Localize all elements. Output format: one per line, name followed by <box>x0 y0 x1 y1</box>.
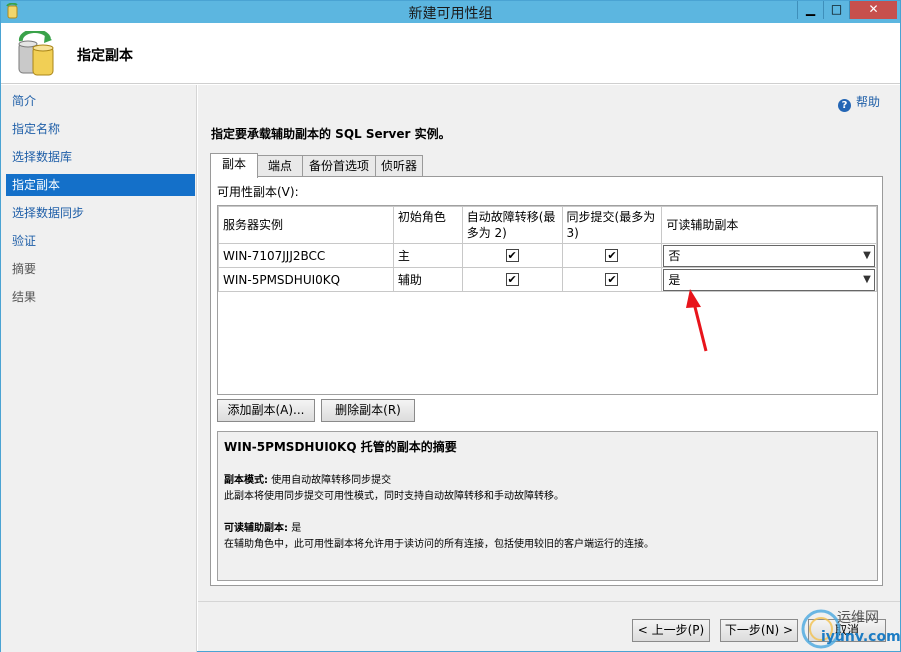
watermark-line1: 运维网 <box>837 610 879 626</box>
annotation-arrow-icon <box>686 289 708 352</box>
cell-auto-failover: ✔ <box>461 243 563 268</box>
previous-button[interactable]: < 上一步(P) <box>632 619 710 642</box>
wizard-window: 新建可用性组 ▁ □ ✕ 指定副本 简介 指定名称 选择数据库 指定副本 选择数… <box>0 0 901 652</box>
cell-sync-commit: ✔ <box>561 267 663 292</box>
main-panel: ? 帮助 指定要承载辅助副本的 SQL Server 实例。 副本 端点 备份首选… <box>198 85 900 601</box>
auto-failover-checkbox[interactable]: ✔ <box>505 273 519 286</box>
page-title: 指定副本 <box>77 48 133 64</box>
column-header-auto-failover[interactable]: 自动故障转移(最多为 2) <box>461 206 563 244</box>
summary-title: WIN-5PMSDHUI0KQ 托管的副本的摘要 <box>224 440 457 454</box>
cell-server: WIN-7107JJJ2BCC <box>218 243 394 268</box>
tab-replicas[interactable]: 副本 <box>210 153 258 178</box>
auto-failover-checkbox[interactable]: ✔ <box>505 249 519 262</box>
column-header-role[interactable]: 初始角色 <box>392 206 463 244</box>
column-header-sync-commit[interactable]: 同步提交(最多为 3) <box>561 206 663 244</box>
sidebar-item-specify-name[interactable]: 指定名称 <box>6 118 195 140</box>
sidebar-item-results: 结果 <box>12 290 37 304</box>
summary-mode-value: 使用自动故障转移同步提交 <box>271 475 392 486</box>
cell-role: 主 <box>392 243 463 268</box>
sidebar-item-select-databases[interactable]: 选择数据库 <box>6 146 195 168</box>
replica-summary: WIN-5PMSDHUI0KQ 托管的副本的摘要 副本模式: 使用自动故障转移同… <box>217 431 878 581</box>
help-icon: ? <box>838 99 851 112</box>
sidebar-item-specify-replicas[interactable]: 指定副本 <box>6 174 195 196</box>
column-header-server[interactable]: 服务器实例 <box>218 206 394 244</box>
remove-replica-button[interactable]: 删除副本(R) <box>321 399 415 422</box>
summary-mode: 副本模式: 使用自动故障转移同步提交 <box>224 473 871 489</box>
database-cluster-icon <box>18 31 54 76</box>
readable-secondary-value: 否 <box>668 248 681 263</box>
summary-mode-description: 此副本将使用同步提交可用性模式，同时支持自动故障转移和手动故障转移。 <box>224 491 564 502</box>
sidebar-item-summary: 摘要 <box>12 262 37 276</box>
table-row[interactable]: WIN-7107JJJ2BCC 主 ✔ ✔ 否 ▼ <box>218 243 877 268</box>
readable-secondary-select[interactable]: 是 ▼ <box>663 268 875 291</box>
help-link[interactable]: ? 帮助 <box>838 93 880 112</box>
add-replica-button[interactable]: 添加副本(A)... <box>217 399 315 422</box>
table-header-row: 服务器实例 初始角色 自动故障转移(最多为 2) 同步提交(最多为 3) 可读辅… <box>218 206 877 244</box>
title-bar[interactable]: 新建可用性组 ▁ □ ✕ <box>1 1 900 23</box>
sync-commit-checkbox[interactable]: ✔ <box>605 249 619 262</box>
window-title: 新建可用性组 <box>408 6 493 22</box>
summary-mode-label: 副本模式: <box>224 475 268 486</box>
chevron-down-icon[interactable]: ▼ <box>860 246 874 266</box>
sidebar-item-validation[interactable]: 验证 <box>6 230 195 252</box>
watermark-logo: 运维网 iyunv.com <box>797 603 901 651</box>
wizard-footer: < 上一步(P) 下一步(N) > 取消 <box>198 601 900 651</box>
replicas-tab-panel: 可用性副本(V): 服务器实例 初始角色 自动故障转移(最多为 2) 同步提交(… <box>210 176 883 586</box>
tab-listener[interactable]: 侦听器 <box>375 155 423 177</box>
close-button[interactable]: ✕ <box>849 1 897 19</box>
wizard-sidebar: 简介 指定名称 选择数据库 指定副本 选择数据同步 验证 摘要 结果 <box>1 85 197 652</box>
instruction-text: 指定要承载辅助副本的 SQL Server 实例。 <box>211 127 451 141</box>
sync-commit-checkbox[interactable]: ✔ <box>605 273 619 286</box>
cell-role: 辅助 <box>392 267 463 292</box>
chevron-down-icon[interactable]: ▼ <box>860 270 874 290</box>
next-button[interactable]: 下一步(N) > <box>720 619 798 642</box>
cell-server: WIN-5PMSDHUI0KQ <box>218 267 394 292</box>
sidebar-item-data-sync[interactable]: 选择数据同步 <box>6 202 195 224</box>
summary-readable-description: 在辅助角色中，此可用性副本将允许用于读访问的所有连接，包括使用较旧的客户端运行的… <box>224 539 654 550</box>
grid-label: 可用性副本(V): <box>217 185 299 199</box>
tab-endpoints[interactable]: 端点 <box>257 155 303 177</box>
cell-readable: 否 ▼ <box>661 243 877 268</box>
wizard-header: 指定副本 <box>1 23 900 84</box>
summary-readable-value: 是 <box>291 523 302 534</box>
tab-backup-preferences[interactable]: 备份首选项 <box>302 155 376 177</box>
sidebar-item-intro[interactable]: 简介 <box>6 90 195 112</box>
watermark-line2: iyunv.com <box>821 629 901 645</box>
help-label: 帮助 <box>856 95 881 109</box>
cell-auto-failover: ✔ <box>461 267 563 292</box>
replicas-grid[interactable]: 服务器实例 初始角色 自动故障转移(最多为 2) 同步提交(最多为 3) 可读辅… <box>217 205 878 395</box>
maximize-button[interactable]: □ <box>823 1 849 19</box>
cell-readable: 是 ▼ <box>661 267 877 292</box>
minimize-button[interactable]: ▁ <box>797 1 823 19</box>
readable-secondary-select[interactable]: 否 ▼ <box>663 244 875 267</box>
column-header-readable-secondary[interactable]: 可读辅助副本 <box>661 206 877 244</box>
summary-readable: 可读辅助副本: 是 <box>224 521 871 537</box>
table-row[interactable]: WIN-5PMSDHUI0KQ 辅助 ✔ ✔ 是 ▼ <box>218 267 877 292</box>
cell-sync-commit: ✔ <box>561 243 663 268</box>
summary-readable-label: 可读辅助副本: <box>224 523 288 534</box>
replicas-table: 服务器实例 初始角色 自动故障转移(最多为 2) 同步提交(最多为 3) 可读辅… <box>218 206 877 292</box>
readable-secondary-value: 是 <box>668 272 681 287</box>
